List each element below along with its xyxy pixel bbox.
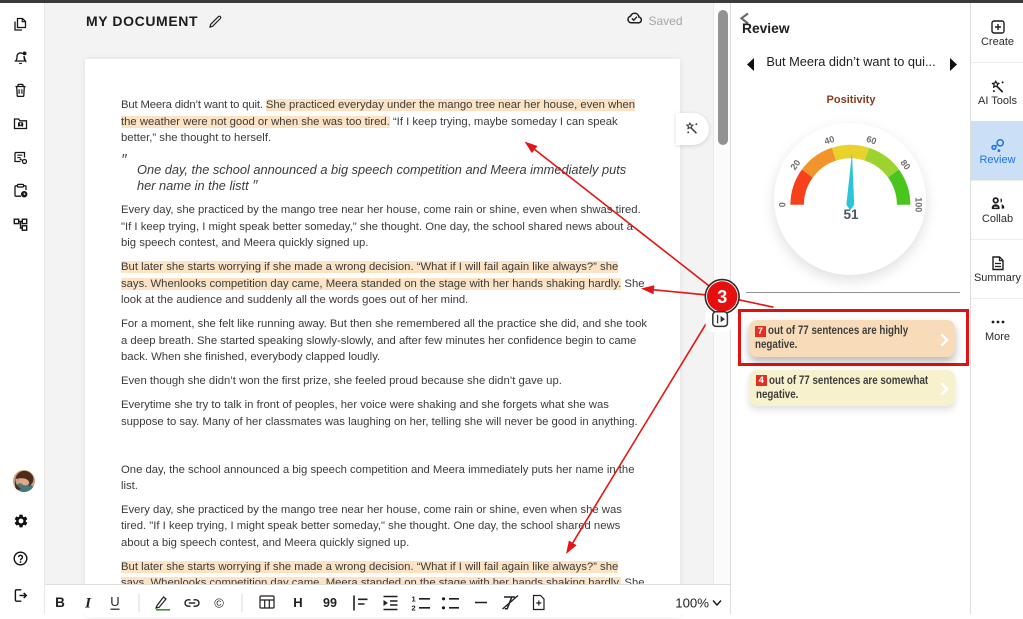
svg-text:H: H [293,595,302,610]
svg-text:U: U [110,594,119,609]
svg-text:I: I [84,596,92,612]
svg-text:80: 80 [898,158,912,172]
svg-text:B: B [55,595,65,610]
svg-text:100%: 100% [675,596,709,611]
svg-text:40: 40 [823,134,836,147]
svg-text:20: 20 [788,158,802,172]
svg-text:2: 2 [412,604,416,613]
svg-text:99: 99 [323,596,337,610]
svg-text:60: 60 [865,134,878,147]
svg-text:©: © [214,596,224,611]
svg-text:1: 1 [412,595,416,604]
